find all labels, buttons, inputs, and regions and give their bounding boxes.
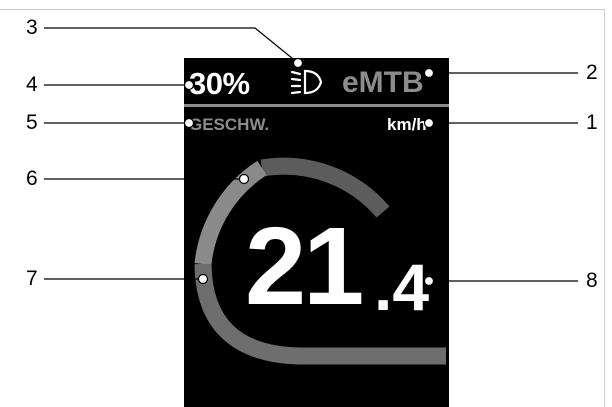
callout-number-5: 5	[26, 111, 38, 134]
gauge-arc-range-segment	[260, 157, 390, 218]
callout-number-2: 2	[586, 61, 598, 84]
callout-number-4: 4	[26, 73, 38, 96]
callout-number-8: 8	[586, 269, 598, 292]
callout-leader-lines	[44, 27, 578, 282]
gauge-arc-lower-segment	[194, 263, 446, 365]
gauge-arc-reached-segment	[194, 160, 267, 266]
headlight-icon	[290, 69, 323, 95]
callout-number-7: 7	[26, 267, 38, 290]
callout-number-6: 6	[26, 167, 38, 190]
callout-number-1: 1	[586, 111, 598, 134]
speed-gauge-arc	[194, 157, 446, 365]
callout-number-3: 3	[26, 16, 38, 39]
diagram-overlay	[44, 27, 578, 365]
